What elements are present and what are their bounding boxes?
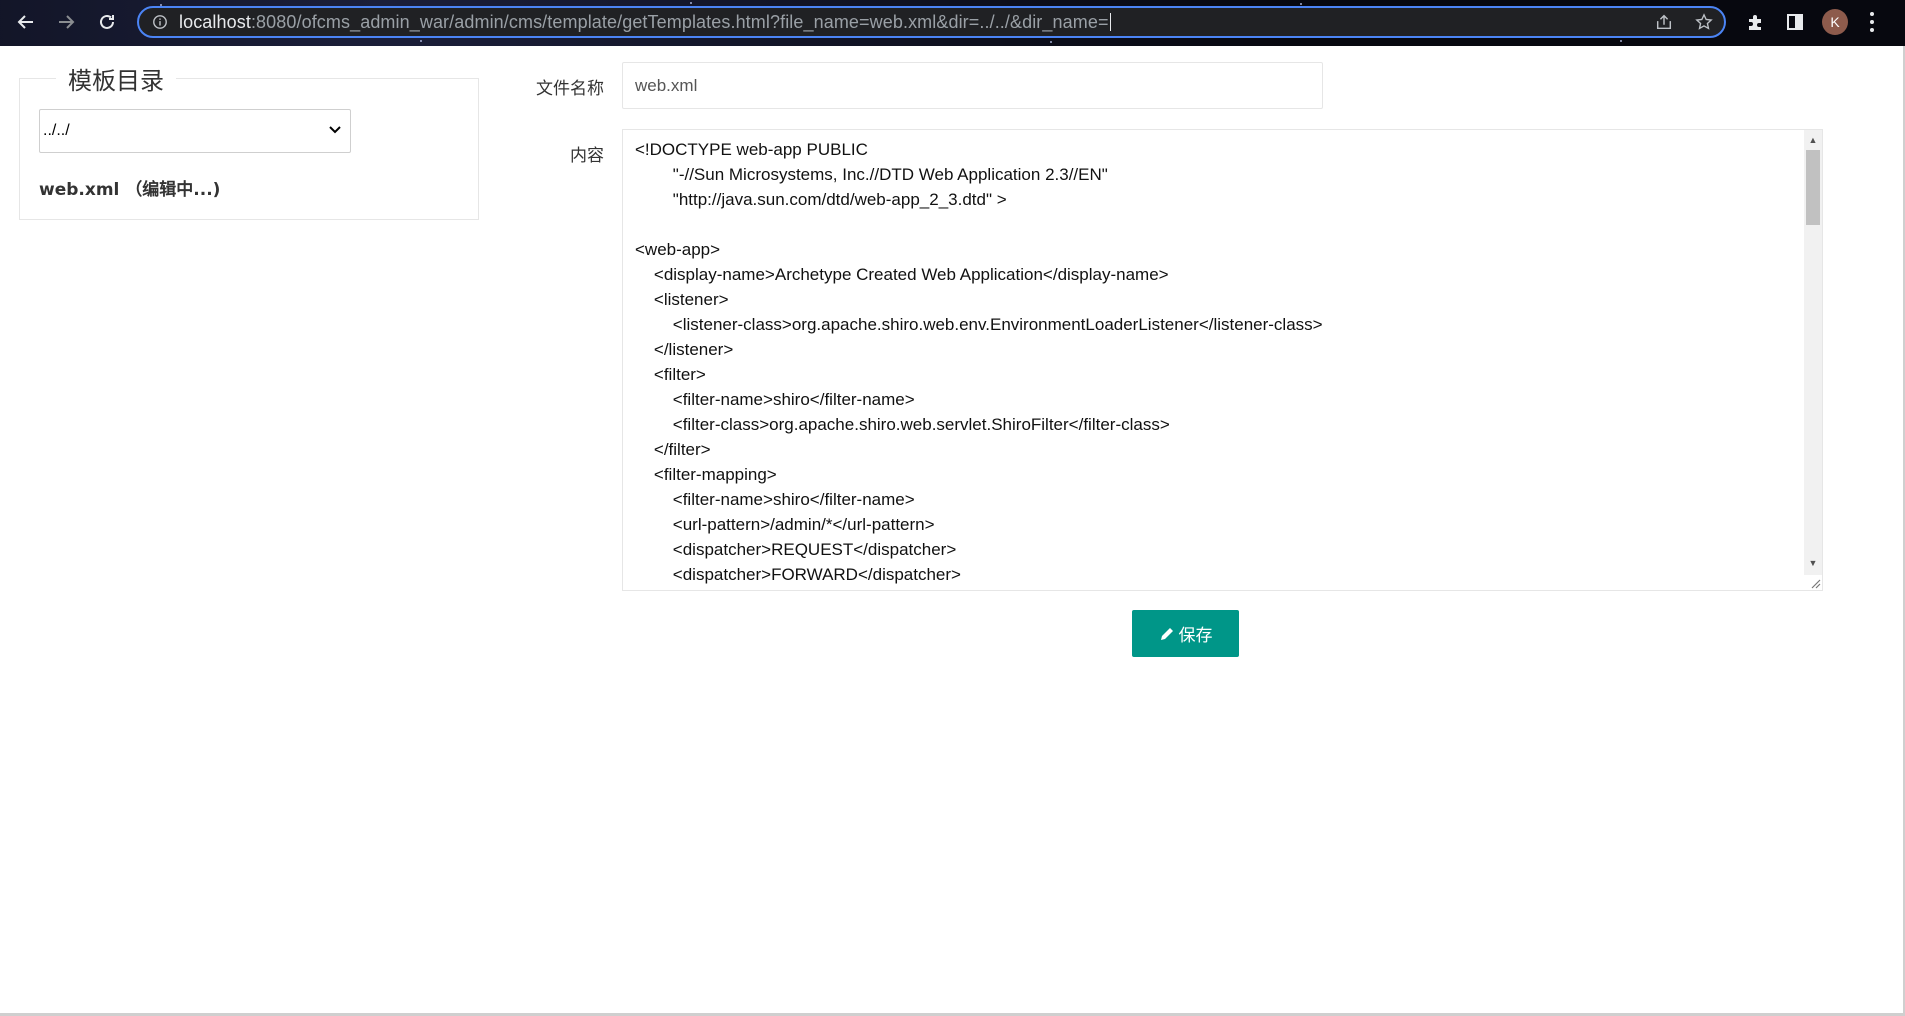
content-text: <!DOCTYPE web-app PUBLIC "-//Sun Microsy…: [635, 137, 1802, 587]
save-button[interactable]: 保存: [1132, 610, 1239, 657]
share-icon[interactable]: [1654, 12, 1674, 32]
code-line: "-//Sun Microsystems, Inc.//DTD Web Appl…: [635, 165, 1108, 184]
background-star: [1620, 40, 1622, 42]
bookmark-star-icon[interactable]: [1694, 12, 1714, 32]
code-line: <filter-mapping>: [635, 465, 777, 484]
code-line: <web-app>: [635, 240, 721, 259]
file-list-item[interactable]: web.xml （编辑中...): [39, 175, 220, 200]
url-text[interactable]: localhost:8080/ofcms_admin_war/admin/cms…: [179, 12, 1111, 33]
background-star: [420, 40, 422, 42]
code-line: <display-name>Archetype Created Web Appl…: [635, 265, 1169, 284]
panel-title: 模板目录: [56, 61, 176, 96]
pencil-icon: [1160, 627, 1173, 640]
code-line: <!DOCTYPE web-app PUBLIC: [635, 140, 868, 159]
code-line: "http://java.sun.com/dtd/web-app_2_3.dtd…: [635, 190, 1007, 209]
url-host: localhost: [179, 11, 251, 32]
arrow-left-icon: [17, 15, 33, 29]
template-directory-panel: 模板目录 ../../ web.xml （编辑中...): [19, 61, 479, 220]
extensions-puzzle-icon[interactable]: [1744, 11, 1766, 33]
code-line: </filter>: [635, 440, 711, 459]
browser-toolbar: localhost:8080/ofcms_admin_war/admin/cms…: [0, 0, 1905, 46]
text-caret: [1109, 12, 1111, 31]
scrollbar-thumb[interactable]: [1806, 150, 1820, 225]
code-line: <dispatcher>FORWARD</dispatcher>: [635, 565, 961, 584]
save-button-label: 保存: [1178, 626, 1213, 646]
content-textarea[interactable]: <!DOCTYPE web-app PUBLIC "-//Sun Microsy…: [622, 129, 1823, 591]
code-line: <filter-name>shiro</filter-name>: [635, 490, 915, 509]
vertical-scrollbar[interactable]: ▲ ▼: [1804, 130, 1822, 575]
code-line: <url-pattern>/admin/*</url-pattern>: [635, 515, 935, 534]
address-bar[interactable]: localhost:8080/ofcms_admin_war/admin/cms…: [137, 6, 1726, 38]
arrow-right-icon: [59, 15, 75, 29]
code-line: <filter>: [635, 365, 706, 384]
scroll-up-icon[interactable]: ▲: [1808, 135, 1818, 145]
back-button[interactable]: [12, 8, 40, 36]
code-line: <listener-class>org.apache.shiro.web.env…: [635, 315, 1323, 334]
background-star: [690, 2, 692, 4]
reload-button[interactable]: [93, 8, 121, 36]
background-star: [1050, 41, 1052, 43]
code-line: <listener>: [635, 290, 729, 309]
reload-icon: [100, 14, 114, 29]
resize-grip-icon[interactable]: [1809, 577, 1821, 589]
file-name-input[interactable]: web.xml: [622, 62, 1323, 109]
browser-menu-icon[interactable]: [1868, 10, 1876, 34]
profile-avatar[interactable]: K: [1822, 9, 1848, 35]
forward-button[interactable]: [52, 8, 80, 36]
file-name-value: web.xml: [635, 75, 698, 95]
info-icon[interactable]: [151, 13, 169, 31]
scroll-down-icon[interactable]: ▼: [1808, 558, 1818, 568]
background-star: [1300, 3, 1302, 5]
file-name-label: 文件名称: [536, 79, 604, 99]
code-line: <dispatcher>REQUEST</dispatcher>: [635, 540, 957, 559]
url-path: :8080/ofcms_admin_war/admin/cms/template…: [250, 11, 1109, 32]
directory-select-value: ../../: [43, 122, 70, 139]
directory-select[interactable]: ../../: [39, 109, 351, 153]
content-label: 内容: [570, 146, 604, 166]
code-line: <filter-class>org.apache.shiro.web.servl…: [635, 415, 1170, 434]
side-panel-icon[interactable]: [1784, 11, 1806, 33]
code-line: <filter-name>shiro</filter-name>: [635, 390, 915, 409]
code-line: </listener>: [635, 340, 734, 359]
chevron-down-icon: [329, 126, 341, 134]
